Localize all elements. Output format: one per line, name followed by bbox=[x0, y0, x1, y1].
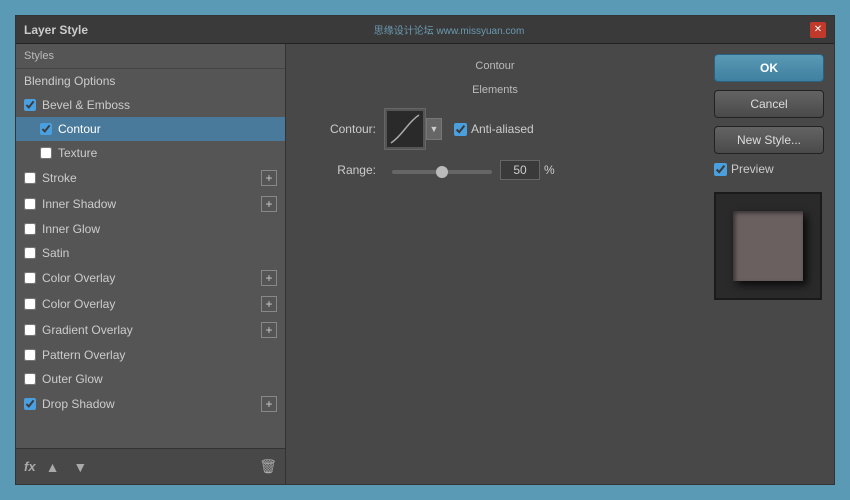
move-down-button[interactable]: ▼ bbox=[69, 457, 91, 477]
range-value-input[interactable]: 50 bbox=[500, 160, 540, 180]
color-overlay-1-label: Color Overlay bbox=[42, 271, 115, 285]
new-style-button[interactable]: New Style... bbox=[714, 126, 824, 154]
inner-glow-label: Inner Glow bbox=[42, 222, 100, 236]
bevel-emboss-label: Bevel & Emboss bbox=[42, 98, 130, 112]
styles-header: Styles bbox=[16, 44, 285, 69]
preview-square bbox=[733, 211, 803, 281]
texture-checkbox[interactable] bbox=[40, 147, 52, 159]
styles-list: Blending Options Bevel & Emboss Contour … bbox=[16, 69, 285, 448]
color-overlay-2-checkbox[interactable] bbox=[24, 298, 36, 310]
sidebar-item-satin[interactable]: Satin bbox=[16, 241, 285, 265]
contour-checkbox[interactable] bbox=[40, 123, 52, 135]
anti-aliased-checkbox[interactable] bbox=[454, 123, 467, 136]
cancel-button[interactable]: Cancel bbox=[714, 90, 824, 118]
section-title: Contour bbox=[306, 60, 684, 72]
inner-shadow-checkbox[interactable] bbox=[24, 198, 36, 210]
contour-dropdown: ▼ bbox=[384, 108, 442, 150]
anti-aliased-label[interactable]: Anti-aliased bbox=[454, 122, 534, 136]
dialog-body: Styles Blending Options Bevel & Emboss C… bbox=[16, 44, 834, 484]
range-slider[interactable] bbox=[392, 170, 492, 174]
gradient-overlay-label: Gradient Overlay bbox=[42, 323, 133, 337]
stroke-label: Stroke bbox=[42, 171, 77, 185]
stroke-checkbox[interactable] bbox=[24, 172, 36, 184]
range-slider-container bbox=[392, 163, 492, 177]
contour-row: Contour: ▼ Anti-aliased bbox=[306, 108, 684, 150]
inner-glow-checkbox[interactable] bbox=[24, 223, 36, 235]
close-button[interactable]: ✕ bbox=[810, 22, 826, 38]
contour-field-label: Contour: bbox=[306, 122, 376, 136]
outer-glow-checkbox[interactable] bbox=[24, 373, 36, 385]
color-overlay-2-label: Color Overlay bbox=[42, 297, 115, 311]
left-panel: Styles Blending Options Bevel & Emboss C… bbox=[16, 44, 286, 484]
center-panel: Contour Elements Contour: ▼ bbox=[286, 44, 704, 484]
bevel-emboss-checkbox[interactable] bbox=[24, 99, 36, 111]
sidebar-item-color-overlay-1[interactable]: Color Overlay + bbox=[16, 265, 285, 291]
contour-dropdown-arrow[interactable]: ▼ bbox=[426, 118, 442, 140]
sidebar-item-contour[interactable]: Contour bbox=[16, 117, 285, 141]
satin-label: Satin bbox=[42, 246, 69, 260]
blending-options-label: Blending Options bbox=[24, 74, 115, 88]
percent-label: % bbox=[544, 163, 555, 177]
sidebar-item-gradient-overlay[interactable]: Gradient Overlay + bbox=[16, 317, 285, 343]
color-overlay-1-plus-button[interactable]: + bbox=[261, 270, 277, 286]
ok-button[interactable]: OK bbox=[714, 54, 824, 82]
preview-label: Preview bbox=[731, 162, 774, 176]
sidebar-item-color-overlay-2[interactable]: Color Overlay + bbox=[16, 291, 285, 317]
fx-label: fx bbox=[24, 459, 36, 474]
sidebar-item-inner-shadow[interactable]: Inner Shadow + bbox=[16, 191, 285, 217]
delete-button[interactable]: 🗑 bbox=[259, 458, 277, 475]
color-overlay-2-plus-button[interactable]: + bbox=[261, 296, 277, 312]
drop-shadow-checkbox[interactable] bbox=[24, 398, 36, 410]
inner-shadow-label: Inner Shadow bbox=[42, 197, 116, 211]
color-overlay-1-checkbox[interactable] bbox=[24, 272, 36, 284]
sidebar-item-texture[interactable]: Texture bbox=[16, 141, 285, 165]
right-panel: OK Cancel New Style... Preview bbox=[704, 44, 834, 484]
stroke-plus-button[interactable]: + bbox=[261, 170, 277, 186]
range-label: Range: bbox=[306, 163, 376, 177]
layer-style-dialog: Layer Style 思缘设计论坛 www.missyuan.com ✕ St… bbox=[15, 15, 835, 485]
gradient-overlay-checkbox[interactable] bbox=[24, 324, 36, 336]
preview-label-row: Preview bbox=[714, 162, 824, 176]
left-panel-footer: fx ▲ ▼ 🗑 bbox=[16, 448, 285, 484]
preview-area bbox=[714, 192, 822, 300]
watermark: 思缘设计论坛 www.missyuan.com bbox=[374, 22, 525, 37]
contour-label: Contour bbox=[58, 122, 101, 136]
satin-checkbox[interactable] bbox=[24, 247, 36, 259]
sidebar-item-inner-glow[interactable]: Inner Glow bbox=[16, 217, 285, 241]
drop-shadow-plus-button[interactable]: + bbox=[261, 396, 277, 412]
contour-select[interactable] bbox=[384, 108, 426, 150]
move-up-button[interactable]: ▲ bbox=[42, 457, 64, 477]
inner-shadow-plus-button[interactable]: + bbox=[261, 196, 277, 212]
sub-section-title: Elements bbox=[306, 84, 684, 96]
sidebar-item-bevel-emboss[interactable]: Bevel & Emboss bbox=[16, 93, 285, 117]
sidebar-item-outer-glow[interactable]: Outer Glow bbox=[16, 367, 285, 391]
sidebar-item-pattern-overlay[interactable]: Pattern Overlay bbox=[16, 343, 285, 367]
range-row: Range: 50 % bbox=[306, 160, 684, 180]
outer-glow-label: Outer Glow bbox=[42, 372, 103, 386]
sidebar-item-drop-shadow[interactable]: Drop Shadow + bbox=[16, 391, 285, 417]
sidebar-item-blending-options[interactable]: Blending Options bbox=[16, 69, 285, 93]
preview-checkbox[interactable] bbox=[714, 163, 727, 176]
gradient-overlay-plus-button[interactable]: + bbox=[261, 322, 277, 338]
dialog-title: Layer Style bbox=[24, 23, 88, 37]
contour-curve-icon bbox=[387, 111, 423, 147]
pattern-overlay-label: Pattern Overlay bbox=[42, 348, 125, 362]
pattern-overlay-checkbox[interactable] bbox=[24, 349, 36, 361]
texture-label: Texture bbox=[58, 146, 97, 160]
drop-shadow-label: Drop Shadow bbox=[42, 397, 115, 411]
title-bar: Layer Style 思缘设计论坛 www.missyuan.com ✕ bbox=[16, 16, 834, 44]
sidebar-item-stroke[interactable]: Stroke + bbox=[16, 165, 285, 191]
